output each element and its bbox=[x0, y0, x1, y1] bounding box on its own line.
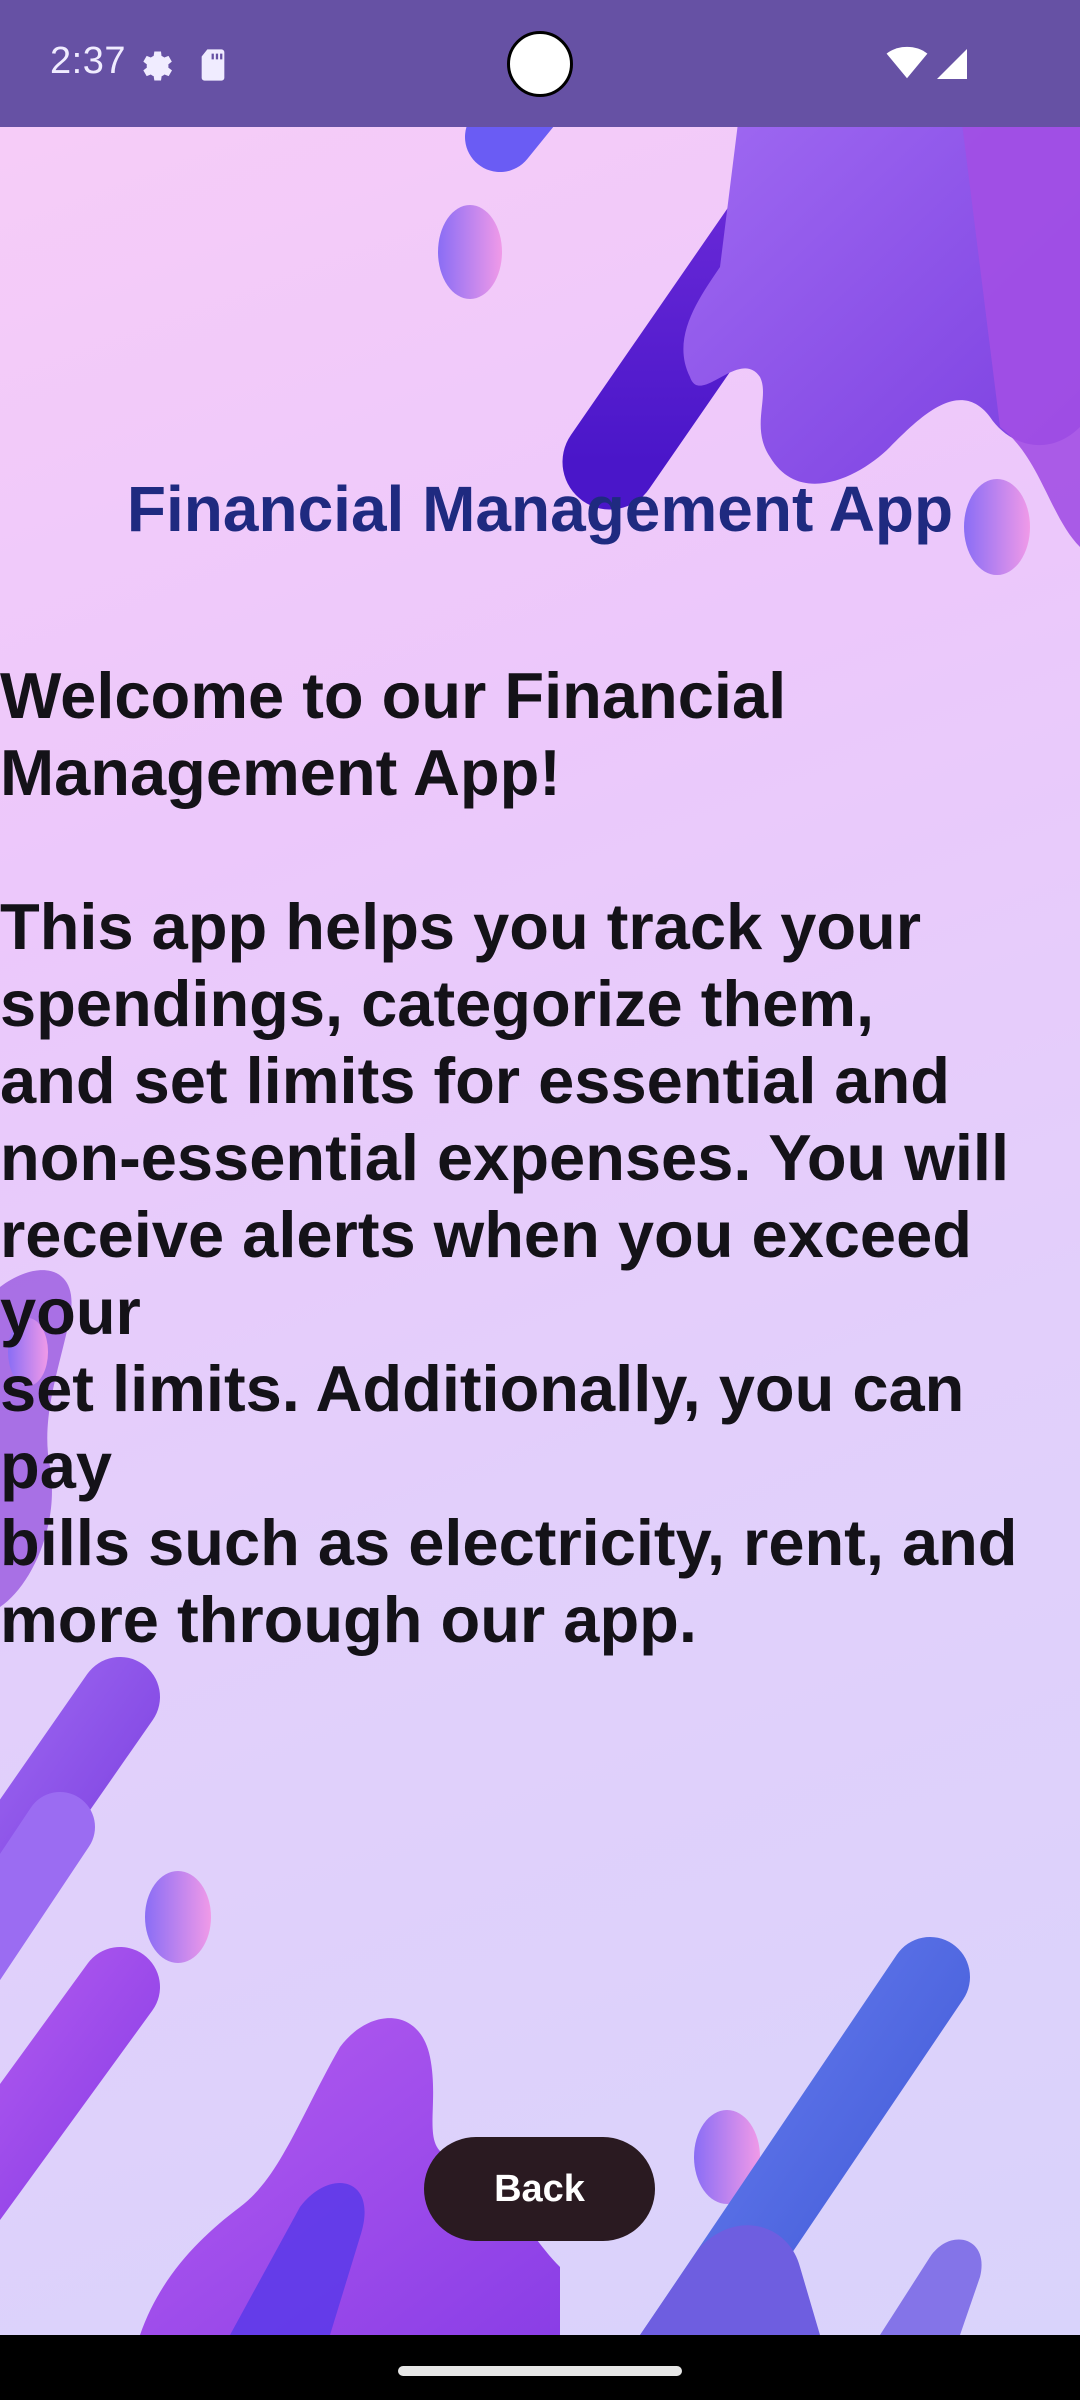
camera-cutout bbox=[507, 31, 573, 97]
app-title: Financial Management App bbox=[126, 473, 954, 545]
status-bar: 2:37 bbox=[0, 0, 1080, 127]
settings-gear-icon bbox=[143, 51, 172, 81]
wifi-icon bbox=[886, 46, 928, 79]
sd-card-icon bbox=[201, 49, 225, 81]
screen: 2:37 Financial Management App Welcome to… bbox=[0, 0, 1080, 2400]
welcome-description: Welcome to our Financial Management App!… bbox=[0, 659, 1018, 1656]
main-content: Financial Management App Welcome to our … bbox=[0, 127, 1080, 2335]
back-button[interactable]: Back bbox=[424, 2137, 655, 2241]
cellular-signal-icon bbox=[937, 49, 967, 79]
home-gesture-handle[interactable] bbox=[398, 2366, 682, 2376]
navigation-bar bbox=[0, 2335, 1080, 2400]
status-time: 2:37 bbox=[50, 40, 126, 82]
